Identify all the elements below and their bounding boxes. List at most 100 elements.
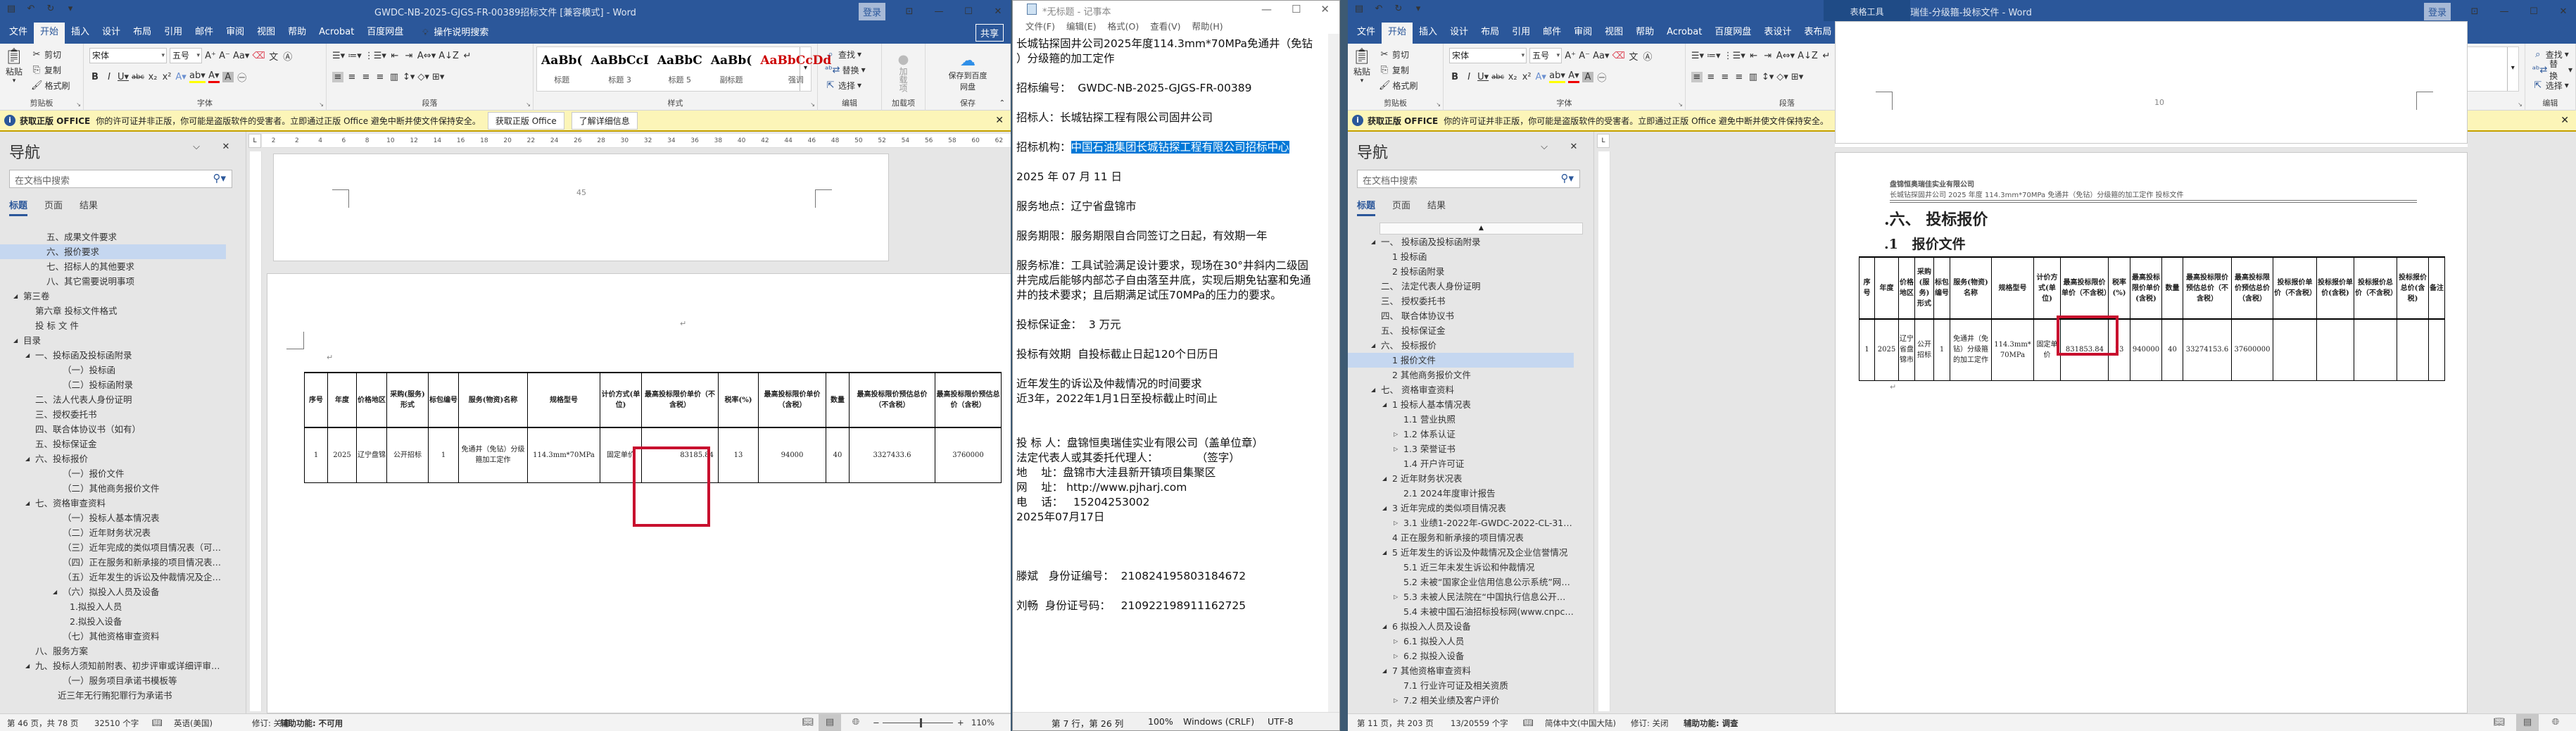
underline-icon[interactable]: U▾: [118, 72, 129, 82]
shading-icon[interactable]: ◇▾: [1776, 72, 1788, 82]
close-warning-icon[interactable]: ✕: [2561, 115, 2569, 126]
collapsed-arrow-icon[interactable]: ▷: [1394, 516, 1398, 530]
highlight-icon[interactable]: ab▾: [1549, 70, 1565, 83]
tab-4[interactable]: 布局: [1475, 23, 1505, 44]
table-cell[interactable]: 40: [826, 427, 850, 483]
save-to-baidu-button[interactable]: ☁ 保存到百度网盘: [928, 46, 1007, 92]
nav-heading[interactable]: 二、 法定代表人身份证明: [1348, 279, 1574, 294]
nav-heading[interactable]: 八、服务方案: [0, 644, 226, 658]
tab-6[interactable]: 邮件: [1536, 23, 1567, 44]
tab-6[interactable]: 邮件: [189, 23, 220, 44]
nav-heading[interactable]: 五、 投标保证金: [1348, 323, 1574, 338]
search-icon[interactable]: ⚲▾: [1560, 172, 1574, 185]
nav-heading[interactable]: ▷ 6.2 拟投入设备: [1348, 649, 1574, 663]
nav-heading[interactable]: ▷ 3.1 业绩1-2022年-GWDC-2022-CL-3138: [1348, 516, 1574, 530]
dialog-launcher-icon[interactable]: ↘: [2518, 101, 2523, 108]
bold-icon[interactable]: B: [89, 72, 101, 82]
subscript-icon[interactable]: x₂: [1507, 72, 1518, 82]
expanded-arrow-icon[interactable]: ◢: [1382, 397, 1387, 412]
table-cell[interactable]: 3760000: [935, 427, 1002, 483]
enclose-characters-icon[interactable]: ㊀: [1596, 70, 1608, 84]
nav-tab-2[interactable]: 结果: [1427, 198, 1446, 216]
show-marks-icon[interactable]: ↵: [462, 51, 473, 61]
expanded-arrow-icon[interactable]: ◢: [1371, 235, 1375, 249]
collapsed-arrow-icon[interactable]: ▷: [1394, 442, 1398, 456]
nav-tab-1[interactable]: 页面: [1392, 198, 1410, 216]
table-cell[interactable]: 公开招标: [386, 427, 429, 483]
align-center-icon[interactable]: ≡: [346, 72, 358, 82]
proofing-icon[interactable]: 📖︎: [152, 718, 163, 727]
collapse-ribbon-icon[interactable]: ⌃: [999, 99, 1005, 107]
nav-heading[interactable]: ▷ 6.1 拟投入人员: [1348, 634, 1574, 649]
nav-heading[interactable]: （四）正在服务和新承接的项目情况表（...: [0, 555, 226, 570]
table-cell[interactable]: 940000: [2130, 318, 2162, 381]
tab-4[interactable]: 布局: [127, 23, 158, 44]
word-count[interactable]: 13/20559 个字: [1451, 718, 1508, 729]
nav-heading[interactable]: （一）报价文件: [0, 466, 226, 481]
dialog-launcher-icon[interactable]: ↘: [810, 101, 815, 108]
customize-toolbar-icon[interactable]: ▾: [65, 4, 76, 14]
highlight-icon[interactable]: ab▾: [189, 70, 206, 83]
navigation-search[interactable]: 在文档中搜索 ⚲▾: [9, 170, 232, 188]
zoom-in-icon[interactable]: +: [957, 718, 964, 727]
table-cell[interactable]: 37600000: [2231, 318, 2273, 381]
selected-text[interactable]: 中国石油集团长城钻探工程有限公司招标中心: [1071, 141, 1289, 154]
font-size-select[interactable]: 五号: [170, 48, 202, 63]
addins-button[interactable]: ● 加载项: [885, 46, 922, 92]
close-icon[interactable]: ✕: [992, 6, 1004, 17]
maximize-icon[interactable]: ☐: [1292, 3, 1301, 15]
menu-item-3[interactable]: 查看(V): [1150, 19, 1180, 34]
nav-heading[interactable]: 5.4 未被中国石油招标投标网(www.cnpcbid...: [1348, 604, 1574, 619]
replace-button[interactable]: ᵃᵇ⇄ 替换 ▾: [825, 62, 878, 77]
show-marks-icon[interactable]: ↵: [1821, 51, 1832, 61]
zoom-out-icon[interactable]: −: [873, 718, 880, 727]
shrink-font-icon[interactable]: A⁻: [1579, 51, 1590, 61]
nav-heading[interactable]: ◢ 六、 投标报价: [1348, 338, 1574, 353]
table-cell[interactable]: [2273, 318, 2317, 381]
close-icon[interactable]: ✕: [2558, 6, 2569, 17]
tab-2[interactable]: 插入: [1413, 23, 1444, 44]
nav-heading[interactable]: ▷ 1.2 体系认证: [1348, 427, 1574, 442]
collapsed-arrow-icon[interactable]: ▷: [1394, 589, 1398, 604]
styles-more-button[interactable]: ▾: [800, 47, 811, 91]
web-layout-icon[interactable]: 🌐︎: [2544, 714, 2567, 731]
pane-options-icon[interactable]: ⌵: [191, 142, 202, 152]
subscript-icon[interactable]: x₂: [147, 72, 158, 82]
copy-button[interactable]: ⎘ 复制: [1379, 62, 1418, 77]
nav-tab-0[interactable]: 标题: [9, 198, 28, 216]
table-cell[interactable]: 1: [428, 427, 459, 483]
tab-11[interactable]: 百度网盘: [360, 23, 410, 44]
font-color-icon[interactable]: A▾: [1567, 70, 1579, 83]
style-3[interactable]: AaBb(副标题: [707, 47, 757, 91]
nav-heading[interactable]: （五）近年发生的诉讼及仲裁情况及企业...: [0, 570, 226, 585]
nav-heading[interactable]: ◢ 一、投标函及投标函附录: [0, 348, 226, 363]
tab-5[interactable]: 引用: [158, 23, 189, 44]
increase-indent-icon[interactable]: ⇥: [403, 51, 415, 61]
expanded-arrow-icon[interactable]: ◢: [1382, 663, 1387, 678]
nav-heading[interactable]: （一）服务项目承诺书模板等: [0, 673, 226, 688]
search-input[interactable]: [1358, 170, 1548, 187]
numbering-icon[interactable]: ≔▾: [1707, 51, 1721, 61]
italic-icon[interactable]: I: [103, 72, 115, 82]
word-count[interactable]: 32510 个字: [94, 718, 139, 729]
nav-tab-1[interactable]: 页面: [44, 198, 63, 216]
tab-3[interactable]: 设计: [96, 23, 127, 44]
tab-7[interactable]: 审阅: [1567, 23, 1598, 44]
table-cell[interactable]: 辽宁盘锦: [356, 427, 387, 483]
nav-heading[interactable]: ◢ （六）拟投入人员及设备: [0, 585, 226, 599]
table-cell[interactable]: 1: [304, 427, 328, 483]
nav-heading[interactable]: ◢ 目录: [0, 333, 226, 348]
distributed-icon[interactable]: ▥: [389, 72, 400, 82]
table-cell[interactable]: [2428, 318, 2445, 381]
cut-button[interactable]: ✂ 剪切: [31, 46, 70, 62]
accessibility-status[interactable]: 辅助功能: 不可用: [280, 718, 343, 729]
table-cell[interactable]: 13: [718, 427, 759, 483]
nav-heading[interactable]: ◢ 1 投标人基本情况表: [1348, 397, 1574, 412]
nav-heading[interactable]: 5.2 未被“国家企业信用信息公示系统”网站（...: [1348, 575, 1574, 589]
nav-heading[interactable]: ◢ 3 近年完成的类似项目情况表: [1348, 501, 1574, 516]
copy-button[interactable]: ⎘ 复制: [31, 62, 70, 77]
character-shading-icon[interactable]: A: [1581, 71, 1593, 82]
table-cell[interactable]: [2316, 318, 2354, 381]
phonetic-guide-icon[interactable]: 文: [1628, 49, 1639, 63]
character-shading-icon[interactable]: A: [222, 71, 234, 82]
